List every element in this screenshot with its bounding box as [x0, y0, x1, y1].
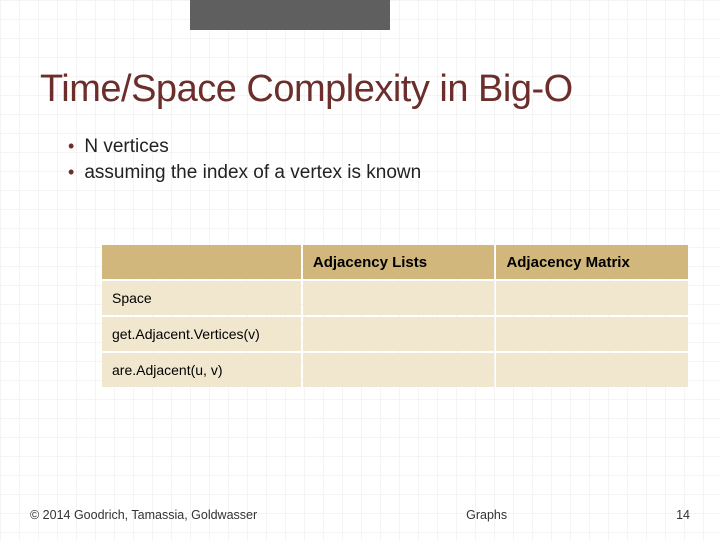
- table-row: get.Adjacent.Vertices(v): [102, 317, 688, 351]
- bullet-text: N vertices: [84, 134, 168, 160]
- row-cell: [303, 281, 495, 315]
- row-label: Space: [102, 281, 301, 315]
- footer-center-text: Graphs: [257, 508, 676, 522]
- complexity-table: Adjacency Lists Adjacency Matrix Space g…: [100, 243, 690, 389]
- bullet-list: • N vertices • assuming the index of a v…: [68, 134, 680, 185]
- bullet-item: • assuming the index of a vertex is know…: [68, 160, 680, 186]
- table-header-row: Adjacency Lists Adjacency Matrix: [102, 245, 688, 279]
- table-row: are.Adjacent(u, v): [102, 353, 688, 387]
- copyright-text: © 2014 Goodrich, Tamassia, Goldwasser: [30, 508, 257, 522]
- slide-title: Time/Space Complexity in Big-O: [40, 70, 680, 110]
- row-cell: [496, 317, 688, 351]
- table-header: Adjacency Lists: [303, 245, 495, 279]
- bullet-dot-icon: •: [68, 160, 74, 185]
- row-label: get.Adjacent.Vertices(v): [102, 317, 301, 351]
- table-row: Space: [102, 281, 688, 315]
- table-header-empty: [102, 245, 301, 279]
- row-cell: [496, 281, 688, 315]
- bullet-text: assuming the index of a vertex is known: [84, 160, 421, 186]
- footer: © 2014 Goodrich, Tamassia, Goldwasser Gr…: [30, 508, 690, 522]
- bullet-item: • N vertices: [68, 134, 680, 160]
- page-number: 14: [676, 508, 690, 522]
- slide-content: Time/Space Complexity in Big-O • N verti…: [0, 0, 720, 389]
- row-cell: [496, 353, 688, 387]
- bullet-dot-icon: •: [68, 134, 74, 159]
- row-cell: [303, 353, 495, 387]
- row-label: are.Adjacent(u, v): [102, 353, 301, 387]
- table-header: Adjacency Matrix: [496, 245, 688, 279]
- row-cell: [303, 317, 495, 351]
